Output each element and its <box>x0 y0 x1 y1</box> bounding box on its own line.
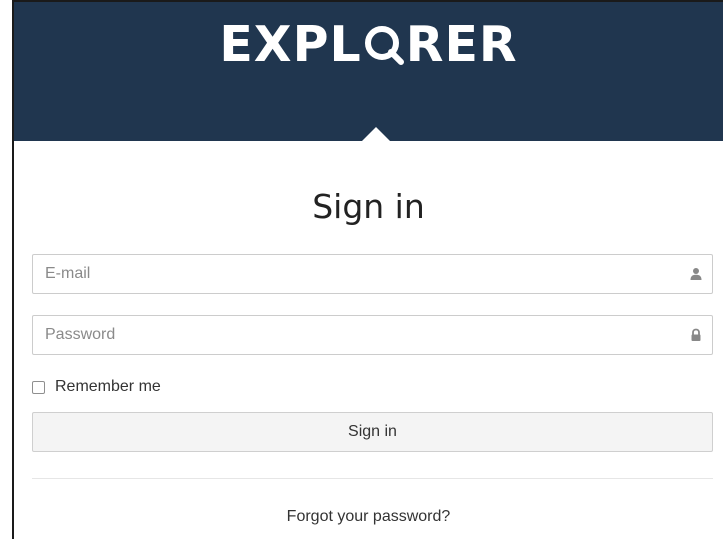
remember-me-label[interactable]: Remember me <box>55 378 161 396</box>
form-divider <box>32 478 713 479</box>
forgot-password-link[interactable]: Forgot your password? <box>14 508 723 526</box>
explorer-logo: EXPL RER <box>14 20 723 69</box>
email-input[interactable] <box>33 255 685 293</box>
sign-in-button[interactable]: Sign in <box>32 412 713 452</box>
email-field[interactable] <box>32 254 713 294</box>
user-icon <box>689 267 703 281</box>
lock-icon <box>689 328 703 342</box>
logo-text-end: RER <box>405 16 518 73</box>
window-top-border <box>12 0 723 2</box>
magnifier-o-icon <box>363 24 405 66</box>
window-left-border <box>12 0 14 539</box>
brand-header: EXPL RER <box>14 0 723 141</box>
page-title: Sign in <box>312 187 425 226</box>
login-page: EXPL RER Sign in Remember me <box>0 0 723 539</box>
password-input[interactable] <box>33 316 685 354</box>
header-notch <box>362 127 390 141</box>
remember-me-checkbox[interactable] <box>32 380 45 394</box>
password-field[interactable] <box>32 315 713 355</box>
logo-text-start: EXPL <box>219 16 362 73</box>
remember-me-row[interactable]: Remember me <box>32 377 161 397</box>
